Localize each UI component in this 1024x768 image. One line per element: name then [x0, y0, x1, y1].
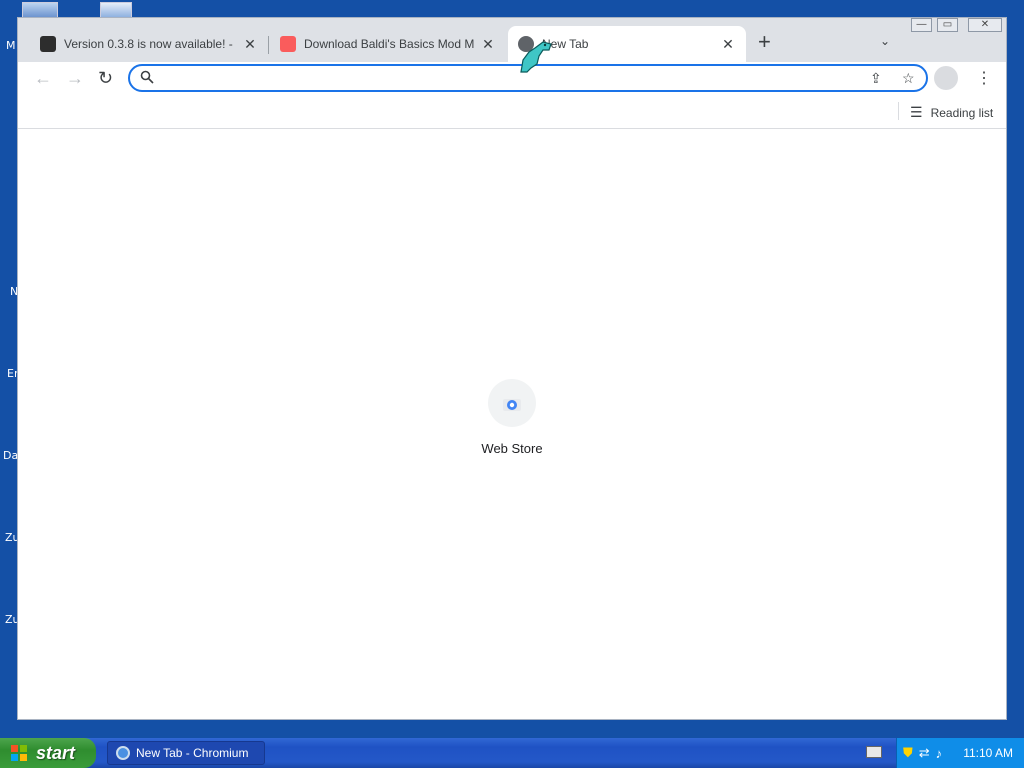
taskbar: start New Tab - Chromium ⛊ ⇄ ♪ 11:10 AM — [0, 738, 1024, 768]
reading-list-label: Reading list — [930, 105, 994, 120]
desktop-icon-network[interactable] — [100, 2, 132, 18]
browser-window: Version 0.3.8 is now available! - Baldi … — [17, 17, 1007, 720]
toolbar: ← → ↻ ⇪ ☆ ⋮ — [18, 62, 1006, 96]
security-shield-icon[interactable]: ⛊ — [903, 745, 913, 761]
profile-avatar[interactable] — [934, 66, 958, 90]
desktop-label[interactable]: Da — [3, 449, 18, 462]
desktop-label[interactable]: M — [6, 39, 16, 52]
shortcut-label: Web Store — [481, 441, 543, 456]
close-button[interactable]: ✕ — [968, 18, 1002, 32]
desktop-icon-computer[interactable] — [22, 2, 58, 18]
web-store-icon — [488, 379, 536, 427]
new-tab-page: Web Store — [18, 129, 1006, 719]
bookmarks-bar: ☰ Reading list — [18, 96, 1006, 129]
tab-version-available[interactable]: Version 0.3.8 is now available! - Baldi … — [30, 26, 268, 62]
taskbar-item-label: New Tab - Chromium — [136, 746, 249, 760]
share-icon[interactable]: ⇪ — [870, 70, 882, 87]
shortcut-web-store[interactable]: Web Store — [472, 379, 552, 456]
maximize-button[interactable]: ▭ — [937, 18, 958, 32]
close-tab-icon[interactable]: ✕ — [720, 36, 736, 53]
close-tab-icon[interactable]: ✕ — [242, 36, 258, 53]
taskbar-item-chromium[interactable]: New Tab - Chromium — [107, 741, 265, 765]
chromium-icon — [116, 746, 130, 760]
reading-list-icon: ☰ — [910, 104, 923, 120]
tab-separator — [268, 36, 269, 54]
menu-icon[interactable]: ⋮ — [976, 68, 992, 88]
forward-button[interactable]: → — [66, 68, 84, 88]
divider — [898, 102, 899, 120]
itchio-favicon-icon — [280, 36, 296, 52]
tab-title: Download Baldi's Basics Mod Menus — [304, 37, 474, 51]
search-icon — [140, 70, 154, 87]
tab-strip: Version 0.3.8 is now available! - Baldi … — [18, 18, 1006, 62]
network-icon[interactable]: ⇄ — [919, 745, 930, 761]
start-button[interactable]: start — [0, 738, 96, 768]
windows-logo-icon — [11, 745, 27, 761]
back-button[interactable]: ← — [34, 68, 52, 88]
chevron-down-icon[interactable]: ⌄ — [880, 34, 890, 48]
game-favicon-icon — [40, 36, 56, 52]
clock: 11:10 AM — [963, 746, 1013, 760]
reading-list-button[interactable]: ☰ Reading list — [910, 104, 993, 121]
keyboard-icon[interactable] — [866, 746, 882, 758]
volume-icon[interactable]: ♪ — [936, 746, 943, 761]
minimize-button[interactable]: — — [911, 18, 932, 32]
mouse-cursor-icon — [517, 38, 555, 79]
close-tab-icon[interactable]: ✕ — [480, 36, 496, 53]
address-input[interactable] — [162, 69, 846, 89]
bookmark-star-icon[interactable]: ☆ — [902, 70, 915, 87]
tab-title: Version 0.3.8 is now available! - Baldi — [64, 37, 236, 51]
start-label: start — [36, 742, 76, 763]
reload-button[interactable]: ↻ — [98, 68, 113, 88]
tab-title: New Tab — [542, 37, 589, 51]
system-tray: ⛊ ⇄ ♪ 11:10 AM — [896, 738, 1024, 768]
new-tab-button[interactable]: + — [758, 31, 771, 53]
tab-mod-menus[interactable]: Download Baldi's Basics Mod Menus ✕ — [270, 26, 506, 62]
